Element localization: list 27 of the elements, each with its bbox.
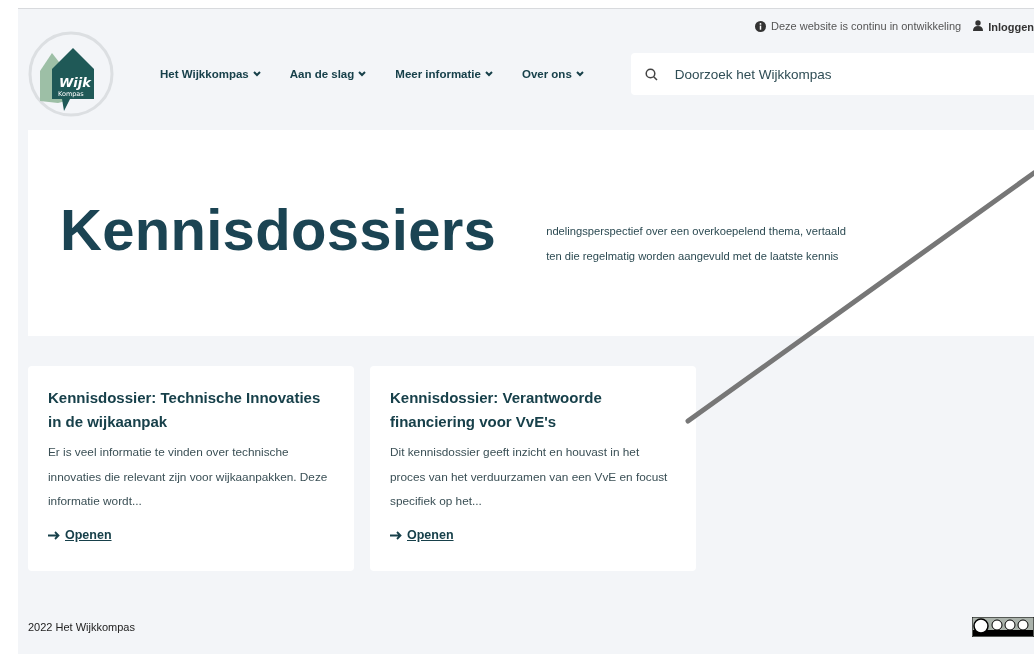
chevron-down-icon xyxy=(484,71,493,77)
card-title: Kennisdossier: Technische Innovaties in de wijkaanpak xyxy=(48,388,322,432)
chevron-down-icon xyxy=(252,71,261,77)
search-field[interactable]: Doorzoek het Wijkkompas xyxy=(630,53,1034,95)
info-icon xyxy=(755,20,766,32)
search-icon xyxy=(644,68,658,81)
license-badge-icon[interactable] xyxy=(972,617,1034,637)
card-title: Kennisdossier: Verantwoorde financiering voor VvE's xyxy=(390,388,603,432)
login-link[interactable]: Inloggen xyxy=(973,19,1034,33)
user-icon xyxy=(973,19,984,31)
notice-text: Deze website is continu in ontwikkeling xyxy=(755,20,962,32)
card-text: Er is veel informatie te vinden over technische innovaties die relevant zijn voor wijkaanpakken. Deze informatie wordt... xyxy=(48,444,329,510)
nav-menu-item[interactable]: Het Wijkkompas xyxy=(150,68,271,80)
open-link[interactable]: Openen xyxy=(390,528,454,542)
arrow-right-icon xyxy=(48,530,60,540)
chevron-down-icon xyxy=(358,71,367,77)
page-title: Kennisdossiers xyxy=(60,196,497,264)
card-text: Dit kennisdossier geeft inzicht en houvast in het proces van het verduurzamen van een VvE en focust specifiek op het... xyxy=(390,444,669,510)
nav-menu-item[interactable]: Meer informatie xyxy=(385,68,503,80)
intro-text: ndelingsperspectief over een overkoepelend thema, vertaald xyxy=(546,224,846,239)
intro-text: ten die regelmatig worden aangevuld met de laatste kennis xyxy=(546,249,840,264)
arrow-right-icon xyxy=(390,530,402,540)
copyright-text: 2022 Het Wijkkompas xyxy=(28,621,135,633)
chevron-down-icon xyxy=(575,71,584,77)
nav-menu-item[interactable]: Over ons xyxy=(511,68,594,80)
nav-menu-item[interactable]: Aan de slag xyxy=(279,68,377,80)
open-link[interactable]: Openen xyxy=(48,528,112,542)
